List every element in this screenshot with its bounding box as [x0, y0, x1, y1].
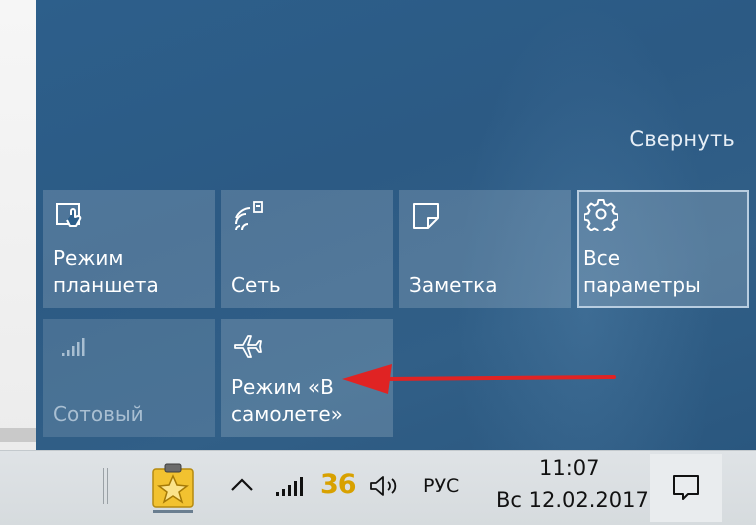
tile-label: Заметка	[409, 273, 498, 297]
collapse-link[interactable]: Свернуть	[629, 127, 735, 151]
note-icon	[413, 203, 439, 229]
tile-label: Сотовый	[53, 402, 144, 426]
star-clipboard-icon	[152, 463, 194, 508]
action-center-button[interactable]	[650, 454, 722, 522]
action-center-panel: Свернуть Режим планшета Сеть Заметка Все…	[36, 0, 756, 450]
cellular-icon	[62, 338, 85, 356]
clock-date[interactable]: Вс 12.02.2017	[496, 488, 649, 512]
tile-label: Режим планшета	[53, 246, 159, 297]
network-icon	[235, 201, 263, 231]
tile-note[interactable]: Заметка	[399, 190, 571, 308]
language-indicator[interactable]: РУС	[423, 475, 459, 497]
notification-icon	[673, 475, 699, 500]
gear-icon	[584, 199, 618, 231]
volume-icon[interactable]	[368, 474, 402, 498]
annotation-arrow	[342, 364, 616, 394]
background-selection	[0, 428, 36, 442]
tile-label: Сеть	[231, 273, 281, 297]
signal-icon[interactable]	[274, 475, 306, 497]
taskbar: 36 РУС 11:07 Вс 12.02.2017	[0, 450, 756, 525]
clock-time[interactable]: 11:07	[539, 456, 600, 480]
tile-cellular[interactable]: Сотовый	[43, 319, 215, 437]
tile-label: Все параметры	[583, 246, 701, 297]
taskbar-app-button[interactable]	[149, 461, 197, 513]
tile-tablet-mode[interactable]: Режим планшета	[43, 190, 215, 308]
temperature-indicator[interactable]: 36	[320, 469, 357, 500]
background-window-edge	[0, 0, 37, 450]
app-running-indicator	[153, 510, 193, 513]
tile-all-settings[interactable]: Все параметры	[577, 190, 749, 308]
tile-network[interactable]: Сеть	[221, 190, 393, 308]
tablet-mode-icon	[56, 203, 82, 227]
chevron-up-icon[interactable]	[229, 475, 255, 495]
airplane-icon	[234, 335, 262, 358]
taskbar-separator	[103, 468, 108, 504]
